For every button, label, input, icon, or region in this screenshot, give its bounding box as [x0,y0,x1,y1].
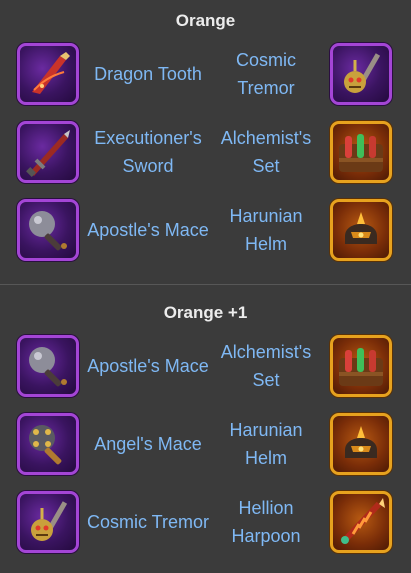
harunian-helm-icon[interactable] [330,413,392,475]
hellion-harpoon-icon[interactable] [330,491,392,553]
item-row: Apostle's Mace Alchemist's Set [0,332,411,400]
item-name: Angel's Mace [94,434,202,454]
cosmic-tremor-icon[interactable] [17,491,79,553]
item-row: Dragon Tooth Cosmic Tremor [0,40,411,108]
item-row: Apostle's Mace Harunian Helm [0,196,411,264]
alchemists-set-icon[interactable] [330,121,392,183]
item-name: Apostle's Mace [87,220,209,240]
item-name: Executioner's Sword [94,128,202,176]
executioners-sword-icon[interactable] [17,121,79,183]
item-name: Hellion Harpoon [231,498,301,546]
section-title: Orange [175,11,236,30]
section-orange-plus-1: Orange +1 Apostle's Mace Alchemist's Set… [0,285,411,573]
item-row: Angel's Mace Harunian Helm [0,410,411,478]
item-name: Harunian Helm [229,420,303,468]
harunian-helm-icon[interactable] [330,199,392,261]
apostles-mace-icon[interactable] [17,199,79,261]
angels-mace-icon[interactable] [17,413,79,475]
section-orange: Orange Dragon Tooth Cosmic Tremor Execut… [0,0,411,284]
item-name: Apostle's Mace [87,356,209,376]
section-title: Orange +1 [163,303,248,322]
dragon-tooth-icon[interactable] [17,43,79,105]
item-name: Cosmic Tremor [86,512,209,532]
item-row: Executioner's Sword Alchemist's Set [0,118,411,186]
item-name: Cosmic Tremor [235,50,296,98]
item-name: Harunian Helm [229,206,303,254]
item-name: Alchemist's Set [220,128,312,176]
item-row: Cosmic Tremor Hellion Harpoon [0,488,411,556]
item-name: Alchemist's Set [220,342,312,390]
alchemists-set-icon[interactable] [330,335,392,397]
apostles-mace-icon[interactable] [17,335,79,397]
cosmic-tremor-icon[interactable] [330,43,392,105]
item-name: Dragon Tooth [94,64,202,84]
